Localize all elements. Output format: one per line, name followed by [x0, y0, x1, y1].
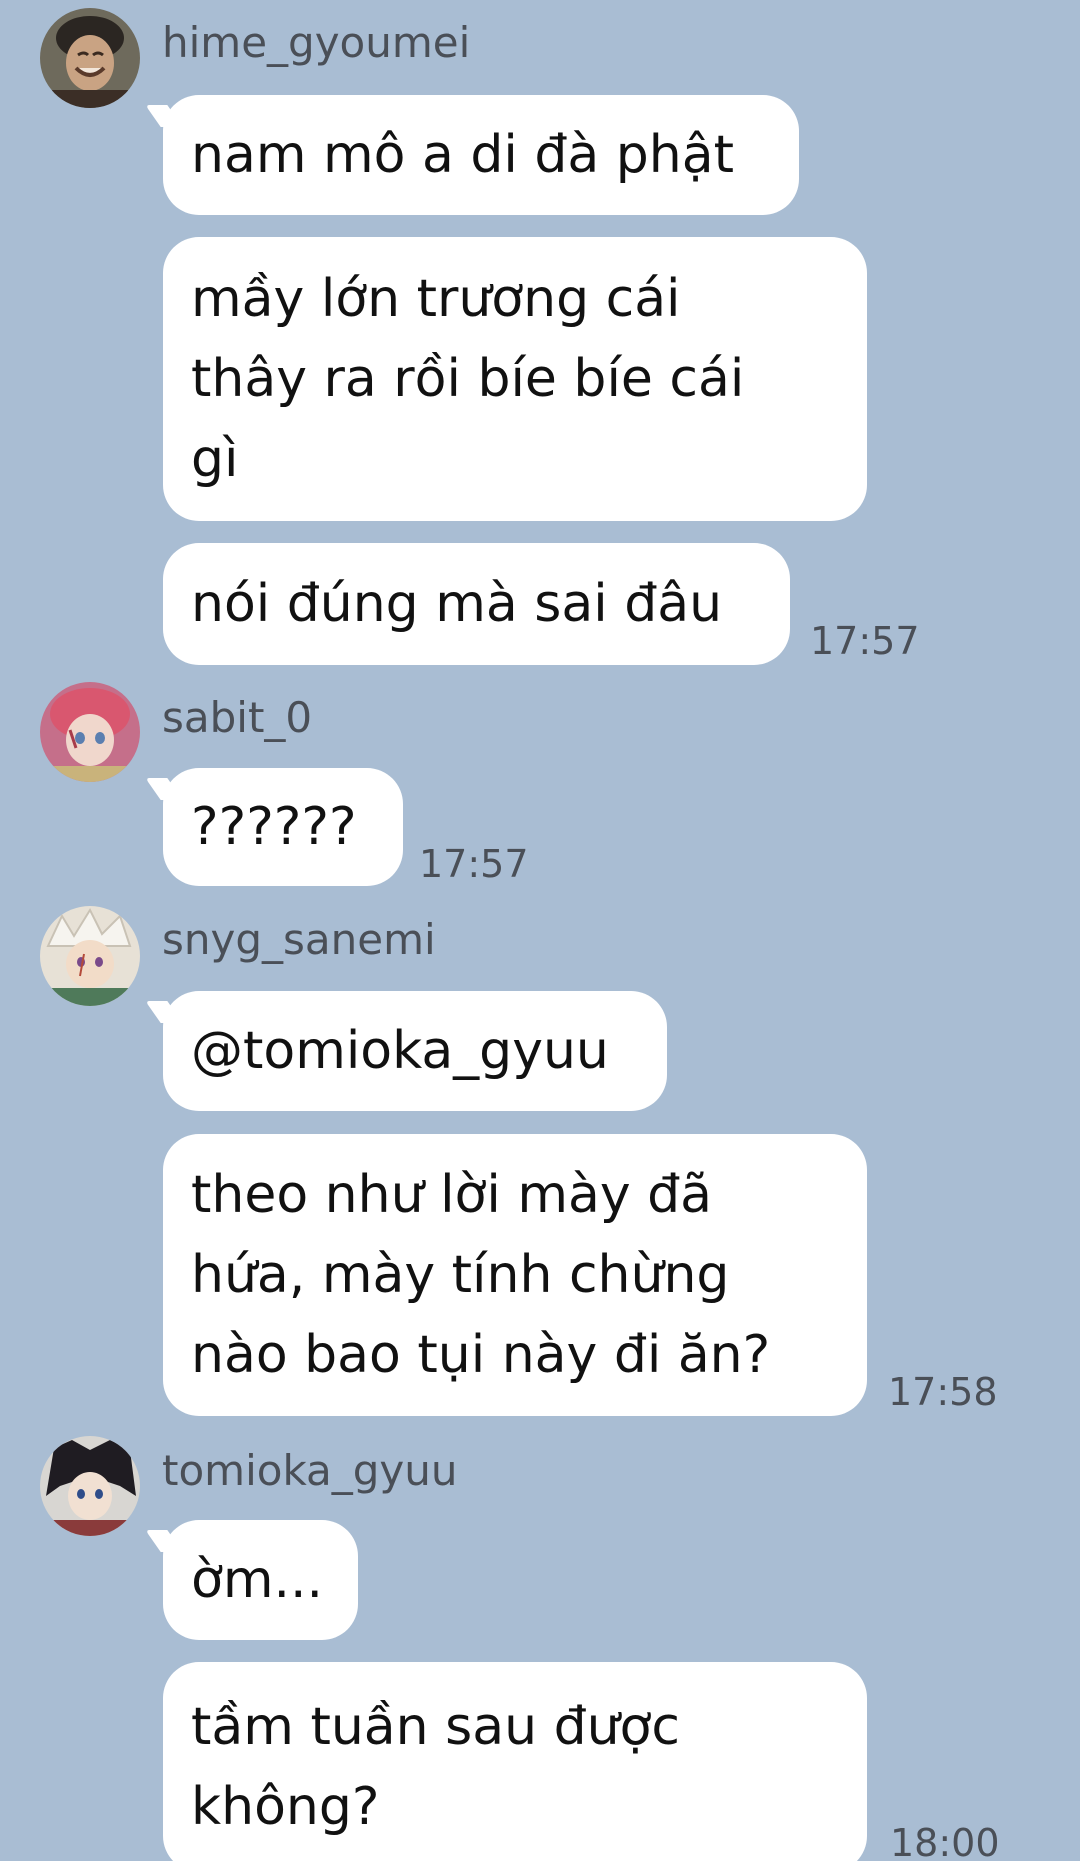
- sender-name: hime_gyoumei: [162, 18, 471, 67]
- avatar-tomioka-gyuu-icon: [40, 1436, 140, 1536]
- message-text: ??????: [191, 797, 357, 857]
- message-timestamp: 18:00: [890, 1821, 1000, 1861]
- avatar-snyg-sanemi-icon: [40, 906, 140, 1006]
- message-text: tầm tuần sau được không?: [191, 1697, 680, 1837]
- message-bubble[interactable]: ??????: [163, 768, 403, 886]
- user-avatar-snyg-sanemi[interactable]: [40, 906, 140, 1006]
- message-bubble[interactable]: theo như lời mày đã hứa, mày tính chừng …: [163, 1134, 867, 1416]
- message-text: @tomioka_gyuu: [191, 1021, 609, 1081]
- avatar-hime-gyoumei-icon: [40, 8, 140, 108]
- message-bubble[interactable]: ờm...: [163, 1520, 358, 1640]
- message-text: nam mô a di đà phật: [191, 125, 735, 185]
- message-text: ờm...: [191, 1550, 324, 1610]
- user-avatar-tomioka-gyuu[interactable]: [40, 1436, 140, 1536]
- message-bubble[interactable]: tầm tuần sau được không?: [163, 1662, 867, 1861]
- message-timestamp: 17:57: [419, 842, 529, 886]
- message-timestamp: 17:57: [810, 619, 920, 663]
- sender-name: sabit_0: [162, 693, 313, 742]
- user-avatar-sabit-0[interactable]: [40, 682, 140, 782]
- avatar-sabit-0-icon: [40, 682, 140, 782]
- chat-window[interactable]: hime_gyoumei nam mô a di đà phật mầy lớn…: [0, 0, 1080, 1861]
- message-timestamp: 17:58: [888, 1370, 998, 1414]
- message-bubble[interactable]: nói đúng mà sai đâu: [163, 543, 790, 665]
- message-text: nói đúng mà sai đâu: [191, 574, 723, 634]
- message-text: mầy lớn trương cái thây ra rồi bíe bíe c…: [191, 269, 745, 489]
- message-bubble[interactable]: mầy lớn trương cái thây ra rồi bíe bíe c…: [163, 237, 867, 521]
- message-bubble[interactable]: @tomioka_gyuu: [163, 991, 667, 1111]
- message-bubble[interactable]: nam mô a di đà phật: [163, 95, 799, 215]
- message-text: theo như lời mày đã hứa, mày tính chừng …: [191, 1165, 771, 1385]
- sender-name: snyg_sanemi: [162, 915, 436, 964]
- user-avatar-hime-gyoumei[interactable]: [40, 8, 140, 108]
- sender-name: tomioka_gyuu: [162, 1446, 458, 1495]
